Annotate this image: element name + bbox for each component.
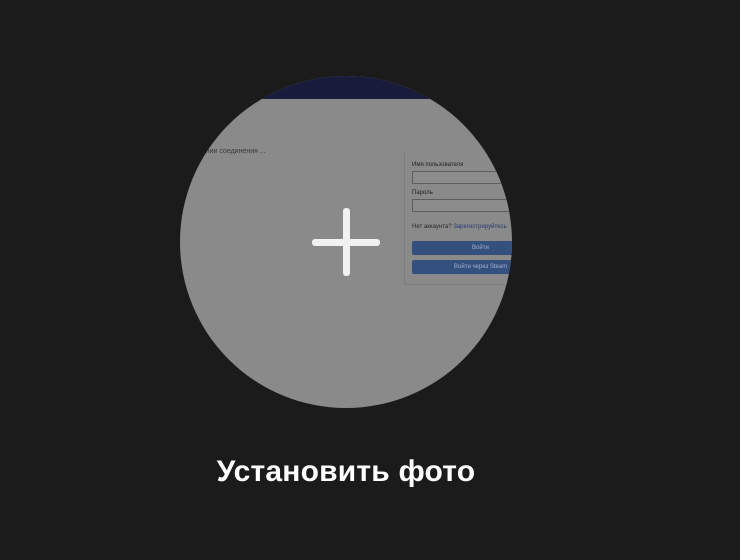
preview-left-text: ...ании соединения ... bbox=[196, 148, 266, 155]
preview-username-field bbox=[412, 171, 512, 184]
preview-hint-text: Нет аккаунта? bbox=[412, 224, 454, 230]
preview-register-hint: Нет аккаунта? Зарегистрируйтесь bbox=[412, 224, 507, 230]
screen: ...ании соединения ... Имя пользователя … bbox=[0, 0, 740, 560]
avatar-upload-area[interactable]: ...ании соединения ... Имя пользователя … bbox=[180, 76, 512, 408]
preview-login-button: Войти bbox=[412, 241, 512, 255]
preview-password-field bbox=[412, 199, 512, 212]
preview-alt-login-button: Войти через Steam bbox=[412, 260, 512, 274]
preview-header-bar bbox=[180, 76, 512, 99]
set-photo-label[interactable]: Установить фото bbox=[0, 455, 692, 489]
preview-password-label: Пароль bbox=[412, 190, 433, 196]
preview-hint-link: Зарегистрируйтесь bbox=[453, 224, 507, 230]
plus-icon[interactable] bbox=[310, 206, 382, 278]
preview-login-form: Имя пользователя Пароль Нет аккаунта? За… bbox=[404, 152, 512, 285]
preview-username-label: Имя пользователя bbox=[412, 162, 464, 168]
